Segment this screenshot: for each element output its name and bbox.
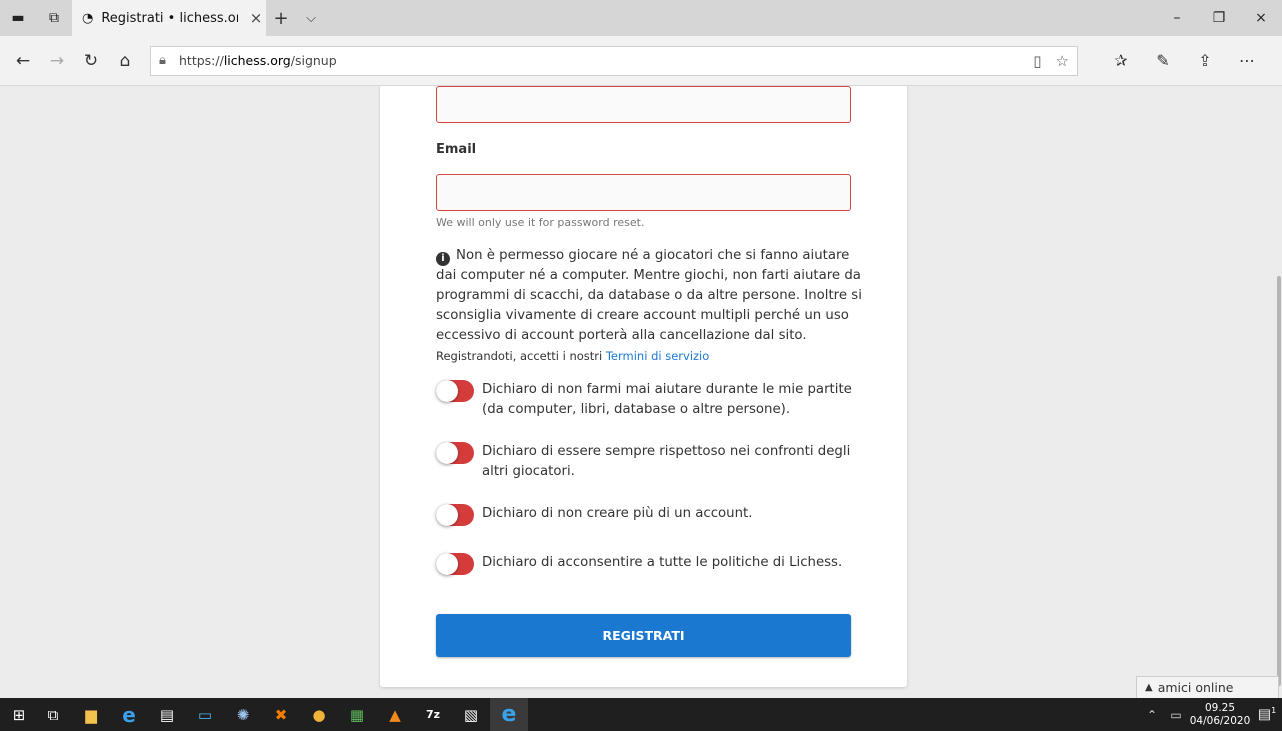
refresh-icon[interactable]: ↻ bbox=[74, 44, 108, 78]
url-host: lichess.org bbox=[223, 53, 291, 68]
more-menu-icon[interactable]: ⋯ bbox=[1230, 44, 1264, 78]
favorite-star-icon[interactable]: ☆ bbox=[1056, 52, 1069, 70]
file-explorer-icon[interactable]: ▆ bbox=[72, 698, 110, 731]
tab-title: Registrati • lichess.org bbox=[101, 10, 238, 26]
agreement-label: Dichiaro di non creare più di un account… bbox=[482, 506, 753, 521]
action-center-icon[interactable]: ▤1 bbox=[1252, 706, 1282, 723]
page-loading-icon: ◔ bbox=[82, 10, 94, 26]
set-aside-tabs-icon[interactable]: ⧉ bbox=[36, 0, 72, 36]
close-window-button[interactable]: × bbox=[1240, 0, 1282, 36]
tab-list-button[interactable]: ⌵ bbox=[296, 0, 326, 36]
fair-play-notice: i Non è permesso giocare né a giocatori c… bbox=[436, 246, 866, 367]
url-prefix: https:// bbox=[179, 53, 224, 68]
back-arrow-icon[interactable]: ← bbox=[6, 44, 40, 78]
email-label: Email bbox=[436, 142, 477, 157]
friends-online-bar[interactable]: ▲ amici online bbox=[1136, 676, 1279, 698]
browser-navbar: ← → ↻ ⌂ 🔒︎ https://lichess.org/signup ▯ … bbox=[0, 36, 1282, 86]
info-icon: i bbox=[436, 252, 450, 266]
agreement-label: Dichiaro di non farmi mai aiutare durant… bbox=[482, 382, 852, 417]
reading-view-icon[interactable]: ▯ bbox=[1033, 52, 1041, 70]
terms-line: Registrandoti, accetti i nostri Termini … bbox=[436, 349, 709, 363]
url-text[interactable]: https://lichess.org/signup bbox=[179, 53, 1033, 68]
clock[interactable]: 09.25 04/06/2020 bbox=[1188, 702, 1252, 728]
url-path: /signup bbox=[290, 53, 337, 68]
seven-zip-icon[interactable]: 7z bbox=[414, 698, 452, 731]
tab-close-icon[interactable]: × bbox=[246, 9, 266, 27]
system-tray: ⌃ ▭ 09.25 04/06/2020 ▤1 bbox=[1140, 698, 1282, 731]
share-icon[interactable]: ⇪ bbox=[1188, 44, 1222, 78]
network-icon[interactable]: ▭ bbox=[1164, 708, 1188, 722]
new-tab-button[interactable]: + bbox=[266, 0, 296, 36]
agreement-toggle[interactable] bbox=[436, 442, 474, 464]
terms-prefix: Registrandoti, accetti i nostri bbox=[436, 349, 606, 363]
agreement-row: Dichiaro di acconsentire a tutte le poli… bbox=[436, 553, 866, 575]
email-field[interactable] bbox=[436, 174, 851, 211]
fair-play-text: Non è permesso giocare né a giocatori ch… bbox=[436, 248, 862, 343]
expand-arrow-icon: ▲ bbox=[1145, 682, 1153, 693]
password-field[interactable] bbox=[436, 86, 851, 123]
app-gear-icon[interactable]: ✺ bbox=[224, 698, 262, 731]
register-button[interactable]: REGISTRATI bbox=[436, 614, 851, 657]
app-monitor-icon[interactable]: ▭ bbox=[186, 698, 224, 731]
browser-titlebar: ▬ ⧉ ◔ Registrati • lichess.org × + ⌵ – ❐… bbox=[0, 0, 1282, 36]
windows-taskbar: ⊞ ⧉ ▆ e ▤ ▭ ✺ ✖ ● ▦ ▲ 7z ▧ e ⌃ ▭ 09.25 0… bbox=[0, 698, 1282, 731]
clock-time: 09.25 bbox=[1204, 701, 1236, 714]
agreement-toggle[interactable] bbox=[436, 504, 474, 526]
favorites-hub-icon[interactable]: ✰ bbox=[1104, 44, 1138, 78]
vlc-icon[interactable]: ▲ bbox=[376, 698, 414, 731]
signup-card: Email We will only use it for password r… bbox=[380, 86, 907, 687]
browser-toolbar: ✰ ✎ ⇪ ⋯ bbox=[1104, 44, 1264, 78]
show-hidden-icons-chevron-icon[interactable]: ⌃ bbox=[1140, 708, 1164, 722]
edge-icon[interactable]: e bbox=[490, 698, 528, 731]
agreement-label: Dichiaro di essere sempre rispettoso nei… bbox=[482, 444, 851, 479]
avast-icon[interactable]: ✖ bbox=[262, 698, 300, 731]
agreement-row: Dichiaro di essere sempre rispettoso nei… bbox=[436, 442, 866, 482]
lock-icon: 🔒︎ bbox=[159, 53, 166, 68]
scrollbar-thumb[interactable] bbox=[1277, 276, 1281, 686]
friends-online-label: amici online bbox=[1157, 680, 1234, 695]
agreement-toggle[interactable] bbox=[436, 380, 474, 402]
window-controls: – ❐ × bbox=[1156, 0, 1282, 36]
forward-arrow-icon[interactable]: → bbox=[40, 44, 74, 78]
internet-explorer-icon[interactable]: e bbox=[110, 698, 148, 731]
home-icon[interactable]: ⌂ bbox=[108, 44, 142, 78]
address-bar[interactable]: 🔒︎ https://lichess.org/signup ▯ ☆ bbox=[150, 45, 1078, 76]
app-document-icon[interactable]: ▧ bbox=[452, 698, 490, 731]
app-globe-icon[interactable]: ● bbox=[300, 698, 338, 731]
minimize-button[interactable]: – bbox=[1156, 0, 1198, 36]
clock-date: 04/06/2020 bbox=[1189, 714, 1251, 727]
notes-pen-icon[interactable]: ✎ bbox=[1146, 44, 1180, 78]
restore-button[interactable]: ❐ bbox=[1198, 0, 1240, 36]
windows-start-icon[interactable]: ⊞ bbox=[4, 698, 34, 731]
agreement-toggle[interactable] bbox=[436, 553, 474, 575]
app-book-icon[interactable]: ▤ bbox=[148, 698, 186, 731]
agreement-label: Dichiaro di acconsentire a tutte le poli… bbox=[482, 555, 843, 570]
spreadsheet-icon[interactable]: ▦ bbox=[338, 698, 376, 731]
terms-link[interactable]: Termini di servizio bbox=[606, 349, 709, 363]
page-scrollbar[interactable] bbox=[1276, 86, 1282, 698]
notification-count: 1 bbox=[1271, 706, 1277, 716]
task-view-icon[interactable]: ⧉ bbox=[34, 698, 72, 731]
agreement-row: Dichiaro di non farmi mai aiutare durant… bbox=[436, 380, 866, 420]
tab-registrati[interactable]: ◔ Registrati • lichess.org × bbox=[72, 0, 266, 36]
email-hint: We will only use it for password reset. bbox=[436, 216, 645, 229]
page-viewport: Email We will only use it for password r… bbox=[0, 86, 1282, 698]
agreement-row: Dichiaro di non creare più di un account… bbox=[436, 504, 866, 526]
tab-actions-icon[interactable]: ▬ bbox=[0, 0, 36, 36]
